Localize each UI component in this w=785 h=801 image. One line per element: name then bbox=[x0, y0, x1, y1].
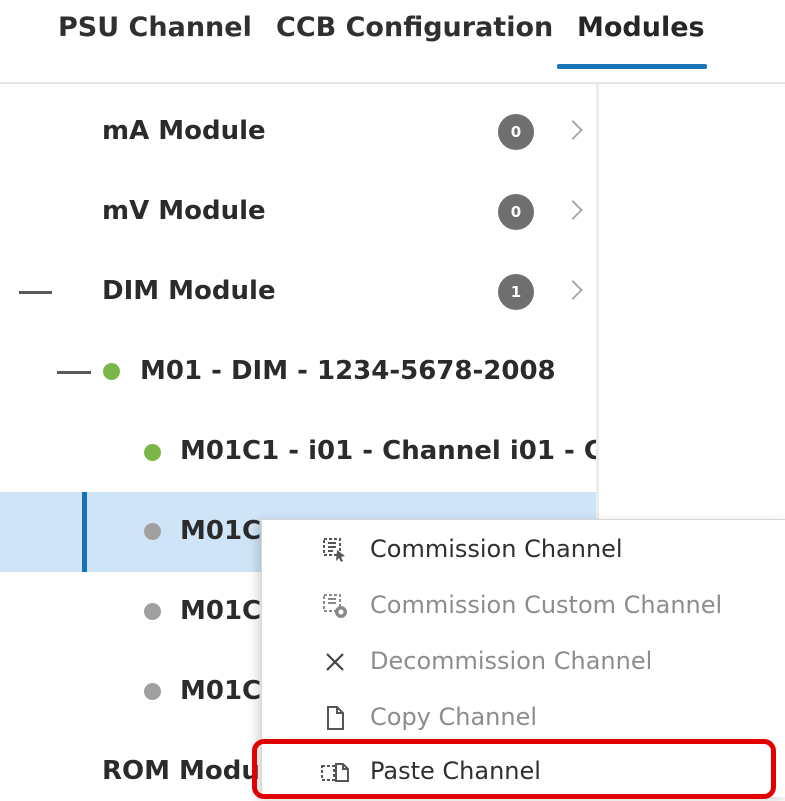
channel-label: M01C bbox=[180, 676, 262, 706]
channel-label: M01C bbox=[180, 516, 262, 546]
tree-item-channel[interactable]: M01C1 - i01 - Channel i01 - Ch bbox=[0, 412, 596, 492]
module-label: ROM Modu bbox=[102, 756, 260, 786]
menu-item-label: Commission Channel bbox=[370, 535, 623, 563]
channel-label: M01C1 - i01 - Channel i01 - Ch bbox=[180, 436, 596, 466]
selection-indicator bbox=[82, 492, 87, 572]
commission-icon bbox=[320, 535, 350, 565]
tree-item-device[interactable]: M01 - DIM - 1234-5678-2008 bbox=[0, 332, 596, 412]
collapse-icon[interactable] bbox=[57, 371, 91, 374]
tree-item-mv-module[interactable]: mV Module 0 bbox=[0, 172, 596, 252]
count-badge: 0 bbox=[498, 114, 534, 150]
collapse-icon[interactable] bbox=[19, 291, 52, 294]
menu-item-decommission-channel[interactable]: Decommission Channel bbox=[262, 635, 785, 691]
status-not-commissioned-icon bbox=[144, 523, 161, 540]
chevron-right-icon[interactable] bbox=[563, 200, 583, 220]
document-icon bbox=[320, 703, 350, 733]
close-icon bbox=[320, 647, 350, 677]
menu-item-copy-channel[interactable]: Copy Channel bbox=[262, 691, 785, 747]
tab-psu-channel[interactable]: PSU Channel bbox=[58, 12, 252, 43]
device-label: M01 - DIM - 1234-5678-2008 bbox=[140, 356, 556, 386]
chevron-right-icon[interactable] bbox=[563, 120, 583, 140]
status-not-commissioned-icon bbox=[144, 683, 161, 700]
chevron-right-icon[interactable] bbox=[563, 280, 583, 300]
tab-modules[interactable]: Modules bbox=[577, 12, 705, 43]
menu-item-label: Copy Channel bbox=[370, 703, 538, 731]
tree-item-dim-module[interactable]: DIM Module 1 bbox=[0, 252, 596, 332]
menu-item-commission-channel[interactable]: Commission Channel bbox=[262, 523, 785, 579]
paste-icon bbox=[320, 757, 350, 787]
count-badge: 1 bbox=[498, 274, 534, 310]
commission-custom-icon bbox=[320, 591, 350, 621]
module-label: mV Module bbox=[102, 196, 266, 226]
channel-label: M01C bbox=[180, 596, 262, 626]
tab-bar: PSU Channel CCB Configuration Modules bbox=[0, 0, 785, 84]
menu-item-paste-channel[interactable]: Paste Channel bbox=[262, 745, 785, 801]
status-online-icon bbox=[103, 363, 120, 380]
module-label: mA Module bbox=[102, 116, 266, 146]
menu-item-label: Commission Custom Channel bbox=[370, 591, 723, 619]
status-not-commissioned-icon bbox=[144, 603, 161, 620]
menu-item-label: Decommission Channel bbox=[370, 647, 653, 675]
status-commissioned-icon bbox=[144, 444, 161, 461]
menu-item-commission-custom-channel[interactable]: Commission Custom Channel bbox=[262, 579, 785, 635]
context-menu: Commission Channel Commission Custom Cha… bbox=[261, 519, 785, 797]
tab-ccb-configuration[interactable]: CCB Configuration bbox=[276, 12, 553, 43]
active-tab-indicator bbox=[557, 64, 707, 69]
tree-item-ma-module[interactable]: mA Module 0 bbox=[0, 92, 596, 172]
count-badge: 0 bbox=[498, 194, 534, 230]
module-label: DIM Module bbox=[102, 276, 276, 306]
menu-item-label: Paste Channel bbox=[370, 757, 541, 785]
